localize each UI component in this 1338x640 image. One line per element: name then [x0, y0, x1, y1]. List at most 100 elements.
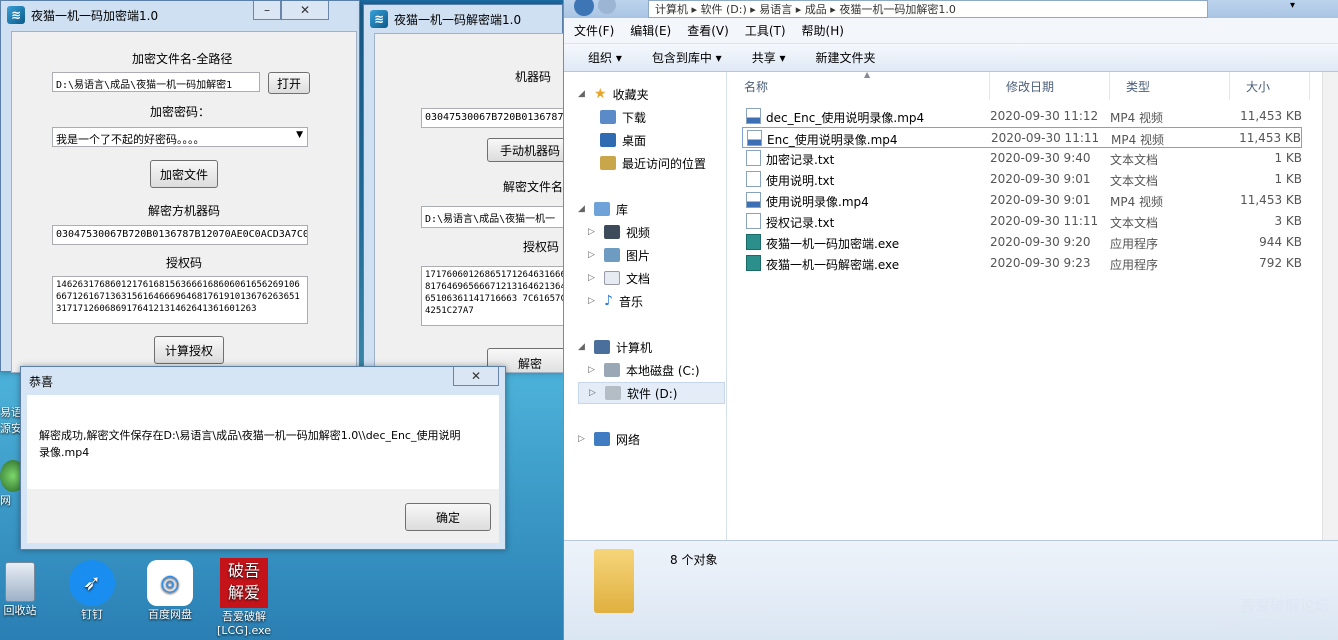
menu-edit[interactable]: 编辑(E) [630, 22, 671, 39]
ok-button[interactable]: 确定 [405, 503, 491, 531]
file-row[interactable]: Enc_使用说明录像.mp4 2020-09-30 11:11 MP4 视频 11,4… [742, 127, 1302, 148]
new-folder-button[interactable]: 新建文件夹 [816, 49, 876, 66]
nav-libraries[interactable]: ◢ 库 [578, 198, 628, 220]
file-name: 夜猫一机一码解密端.exe [766, 258, 900, 272]
collapse-icon[interactable]: ▷ [588, 273, 598, 283]
column-date[interactable]: 修改日期 [990, 72, 1110, 100]
dropdown-arrow-icon[interactable]: ▾ [1290, 0, 1295, 11]
nav-label: 本地磁盘 (C:) [626, 363, 700, 378]
menu-file[interactable]: 文件(F) [574, 22, 614, 39]
file-row[interactable]: 使用说明.txt 2020-09-30 9:01 文本文档 1 KB [742, 169, 1302, 190]
collapse-icon[interactable]: ▷ [588, 296, 598, 306]
decrypt-window: ≋ 夜猫一机一码解密端1.0 机器码 03047530067B720B01367… [363, 4, 564, 373]
file-name: 夜猫一机一码加密端.exe [766, 237, 900, 251]
share-button[interactable]: 共享 ▾ [752, 49, 786, 66]
desktop-label: 易语 [0, 406, 22, 419]
nav-favorites[interactable]: ◢ ★ 收藏夹 [578, 83, 649, 105]
breadcrumb-item[interactable]: 易语言 [759, 3, 792, 16]
open-button[interactable]: 打开 [268, 72, 310, 94]
column-label: 大小 [1246, 79, 1271, 94]
computer-icon [594, 340, 610, 354]
file-type: MP4 视频 [1110, 195, 1164, 209]
password-select[interactable]: 我是一个了不起的好密码。。。。 ▼ [52, 127, 308, 147]
encrypt-file-button[interactable]: 加密文件 [150, 160, 218, 188]
collapse-icon[interactable]: ▷ [588, 365, 598, 375]
auth-code-textarea[interactable]: 1462631768601217616815636661686060616562… [52, 276, 308, 324]
path-input[interactable]: D:\易语言\成品\夜猫一机一码加解密1 [52, 72, 260, 92]
file-row[interactable]: 加密记录.txt 2020-09-30 9:40 文本文档 1 KB [742, 148, 1302, 169]
desktop-icon-dingding[interactable]: ➶ 钉钉 [66, 560, 118, 622]
close-button[interactable]: ✕ [453, 367, 499, 386]
include-library-button[interactable]: 包含到库中 ▾ [652, 49, 722, 66]
machine-code-input[interactable]: 03047530067B720B0136787B12070AE0C0ACD3A7… [52, 225, 308, 245]
nav-pictures[interactable]: ▷ 图片 [588, 244, 650, 266]
decrypt-file-input[interactable]: D:\易语言\成品\夜猫一机一 [421, 206, 563, 228]
close-button[interactable]: ✕ [281, 1, 329, 20]
command-bar: 组织 ▾ 包含到库中 ▾ 共享 ▾ 新建文件夹 [564, 44, 1338, 72]
collapse-icon[interactable]: ▷ [588, 250, 598, 260]
back-icon[interactable] [574, 0, 594, 16]
pojie-logo-icon: 破吾 解爱 [220, 558, 268, 608]
file-size: 792 KB [1259, 256, 1302, 270]
desktop-label: [LCG].exe [217, 624, 271, 637]
nav-network[interactable]: ▷ 网络 [578, 428, 640, 450]
address-bar: 计算机 ▸ 软件 (D:) ▸ 易语言 ▸ 成品 ▸ 夜猫一机一码加解密1.0 … [564, 0, 1338, 18]
breadcrumb[interactable]: 计算机 ▸ 软件 (D:) ▸ 易语言 ▸ 成品 ▸ 夜猫一机一码加解密1.0 [648, 0, 1208, 18]
recent-places-icon [600, 156, 616, 170]
file-name: Enc_使用说明录像.mp4 [767, 133, 898, 147]
nav-videos[interactable]: ▷ 视频 [588, 221, 650, 243]
picture-library-icon [604, 248, 620, 262]
calc-auth-button[interactable]: 计算授权 [154, 336, 224, 364]
expand-icon[interactable]: ◢ [578, 204, 588, 214]
video-file-icon [747, 130, 762, 146]
nav-drive-c[interactable]: ▷ 本地磁盘 (C:) [588, 359, 700, 381]
desktop-icon-recycle[interactable]: 回收站 [0, 562, 40, 618]
nav-downloads[interactable]: 下载 [600, 106, 646, 128]
auth-code-textarea[interactable]: 1717606012686517126463166646817646965666… [421, 266, 563, 326]
breadcrumb-item[interactable]: 计算机 [655, 3, 688, 16]
nav-computer[interactable]: ◢ 计算机 [578, 336, 652, 358]
organize-button[interactable]: 组织 ▾ [588, 49, 622, 66]
column-name[interactable]: 名称 ▲ [728, 70, 990, 100]
desktop-icon-partial[interactable]: 易语 源安 [0, 404, 22, 436]
file-row[interactable]: 夜猫一机一码解密端.exe 2020-09-30 9:23 应用程序 792 KB [742, 253, 1302, 274]
nav-documents[interactable]: ▷ 文档 [588, 267, 650, 289]
nav-music[interactable]: ▷ ♪ 音乐 [588, 290, 643, 312]
file-row[interactable]: 夜猫一机一码加密端.exe 2020-09-30 9:20 应用程序 944 KB [742, 232, 1302, 253]
expand-icon[interactable]: ◢ [578, 89, 588, 99]
nav-drive-d[interactable]: ▷ 软件 (D:) [578, 382, 725, 404]
text-file-icon [746, 150, 761, 166]
file-row[interactable]: 使用说明录像.mp4 2020-09-30 9:01 MP4 视频 11,453 KB [742, 190, 1302, 211]
breadcrumb-item[interactable]: 夜猫一机一码加解密1.0 [839, 3, 956, 16]
column-size[interactable]: 大小 [1230, 72, 1310, 100]
nav-desktop[interactable]: 桌面 [600, 129, 646, 151]
minimize-button[interactable]: – [253, 1, 281, 20]
collapse-icon[interactable]: ▷ [589, 388, 599, 398]
exe-icon [746, 234, 761, 250]
breadcrumb-item[interactable]: 软件 (D:) [701, 3, 747, 16]
desktop-label: 百度网盘 [148, 608, 192, 621]
file-row[interactable]: dec_Enc_使用说明录像.mp4 2020-09-30 11:12 MP4 视频… [742, 106, 1302, 127]
document-library-icon [604, 271, 620, 285]
watermark: 吾爱破解论坛 www.52pojie.cn [1220, 596, 1330, 636]
collapse-icon[interactable]: ▷ [578, 434, 588, 444]
manual-machine-button[interactable]: 手动机器码 [487, 138, 563, 162]
collapse-icon[interactable]: ▷ [588, 227, 598, 237]
file-row[interactable]: 授权记录.txt 2020-09-30 11:11 文本文档 3 KB [742, 211, 1302, 232]
machine-code-input[interactable]: 03047530067B720B01367871 [421, 108, 563, 128]
desktop-icon-baidu[interactable]: ◎ 百度网盘 [140, 560, 200, 622]
column-type[interactable]: 类型 [1110, 72, 1230, 100]
expand-icon[interactable]: ◢ [578, 342, 588, 352]
menu-tools[interactable]: 工具(T) [745, 22, 786, 39]
file-size: 944 KB [1259, 235, 1302, 249]
baidu-netdisk-icon: ◎ [147, 560, 193, 606]
desktop-icon-pojie[interactable]: 破吾 解爱 吾爱破解 [LCG].exe [214, 558, 274, 637]
menu-view[interactable]: 查看(V) [687, 22, 729, 39]
forward-icon[interactable] [598, 0, 616, 14]
scrollbar[interactable] [1322, 72, 1338, 540]
nav-recent[interactable]: 最近访问的位置 [600, 152, 706, 174]
file-name: 使用说明.txt [766, 174, 835, 188]
file-size: 11,453 KB [1240, 109, 1302, 123]
menu-help[interactable]: 帮助(H) [802, 22, 844, 39]
breadcrumb-item[interactable]: 成品 [805, 3, 827, 16]
